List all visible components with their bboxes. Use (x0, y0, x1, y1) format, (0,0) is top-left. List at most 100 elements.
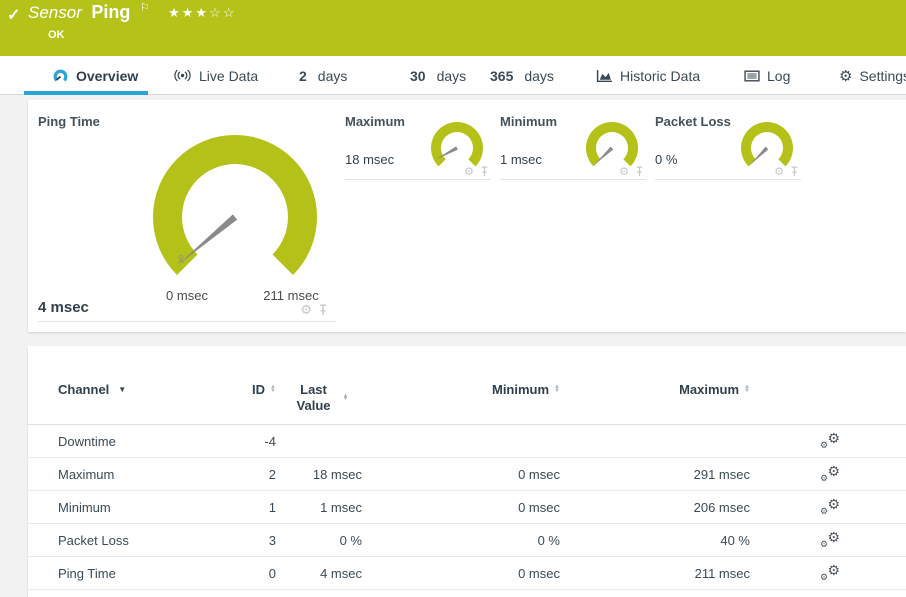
gauge-scale-max: 211 msec (252, 288, 330, 303)
main-gauge-title: Ping Time (38, 114, 100, 129)
maximum-gauge (425, 114, 489, 172)
edit-channel-gears-icon[interactable]: ⚙⚙ (820, 465, 840, 483)
gauge-settings-gear-icon[interactable]: ⚙ (774, 165, 784, 178)
mini-gauge-title: Packet Loss (655, 114, 731, 129)
gauge-actions: ⚙ (774, 165, 799, 178)
edit-channel-gears-icon[interactable]: ⚙⚙ (820, 498, 840, 516)
tab-log-label: Log (767, 68, 790, 84)
column-header-channel[interactable]: Channel ▼ (58, 382, 208, 397)
gauge-actions: ⚙ (619, 165, 644, 178)
channel-table-header: Channel ▼ ID ▲▼ Last Value ▲▼ Minimum ▲▼… (28, 376, 906, 425)
minimum-gauge-block: Minimum 1 msec ⚙ (500, 108, 646, 180)
gauge-actions: ⚙ (464, 165, 489, 178)
channel-maximum: 291 msec (560, 467, 750, 482)
active-tab-indicator (24, 91, 148, 95)
column-header-last-value[interactable]: Last Value ▲▼ (276, 382, 362, 415)
tab-historic-data-label: Historic Data (620, 68, 700, 84)
gauge-actions: ⚙ (300, 302, 328, 318)
channel-maximum: 40 % (560, 533, 750, 548)
mini-gauge-title: Minimum (500, 114, 557, 129)
channel-minimum: 0 msec (362, 467, 560, 482)
tab-overview[interactable]: Overview (52, 56, 138, 95)
tab-live-data-label: Live Data (199, 68, 258, 84)
tab-settings[interactable]: ⚙ Settings (839, 56, 906, 95)
tab-365-days[interactable]: 365 days (490, 56, 554, 95)
column-header-last-value-label: Last Value (290, 382, 338, 415)
channel-last-value: 1 msec (276, 500, 362, 515)
column-header-id[interactable]: ID ▲▼ (208, 382, 276, 397)
tab-historic-data[interactable]: Historic Data (596, 56, 700, 95)
channel-maximum: 211 msec (560, 566, 750, 581)
status-ok-check-icon: ✓ (7, 5, 20, 25)
edit-channel-gears-icon[interactable]: ⚙⚙ (820, 432, 840, 450)
channel-name[interactable]: Downtime (58, 434, 208, 449)
channel-name[interactable]: Ping Time (58, 566, 208, 581)
gauge-icon (52, 67, 69, 84)
sensor-title: Sensor Ping ⚐ ★★★☆☆ (28, 2, 236, 23)
settings-gear-icon: ⚙ (839, 67, 852, 85)
ping-time-gauge (135, 117, 335, 282)
sort-arrows-icon: ▲▼ (343, 395, 349, 402)
channel-last-value: 18 msec (276, 467, 362, 482)
channel-name[interactable]: Minimum (58, 500, 208, 515)
pin-icon[interactable] (480, 166, 489, 177)
sensor-status-badge: OK (48, 29, 65, 41)
pin-icon[interactable] (318, 304, 328, 316)
minimum-value: 1 msec (500, 152, 542, 167)
tab-bar: Overview Live Data 2 days 30 days 365 da… (0, 56, 906, 95)
tab-30-days[interactable]: 30 days (410, 56, 466, 95)
tab-log[interactable]: Log (744, 56, 790, 95)
mini-gauge-title: Maximum (345, 114, 405, 129)
channel-last-value: 4 msec (276, 566, 362, 581)
channel-id: 2 (208, 467, 276, 482)
area-chart-icon (596, 69, 613, 83)
table-row: Downtime -4 ⚙⚙ (28, 425, 906, 458)
sensor-name: Ping (91, 2, 130, 22)
edit-channel-gears-icon[interactable]: ⚙⚙ (820, 564, 840, 582)
pin-icon[interactable] (790, 166, 799, 177)
minimum-gauge (580, 114, 644, 172)
table-row: Ping Time 0 4 msec 0 msec 211 msec ⚙⚙ (28, 557, 906, 590)
channel-id: -4 (208, 434, 276, 449)
live-data-icon (173, 69, 192, 82)
channel-last-value: 0 % (276, 533, 362, 548)
table-row: Maximum 2 18 msec 0 msec 291 msec ⚙⚙ (28, 458, 906, 491)
tab-365-days-label: days (524, 68, 554, 84)
log-list-icon (744, 70, 760, 82)
tab-2-days-label: days (318, 68, 348, 84)
sensor-title-prefix: Sensor (28, 3, 82, 22)
sensor-header: ✓ Sensor Ping ⚐ ★★★☆☆ OK (0, 0, 906, 56)
tab-2-days-number: 2 (299, 68, 307, 84)
channel-name[interactable]: Packet Loss (58, 533, 208, 548)
channel-id: 0 (208, 566, 276, 581)
channel-maximum: 206 msec (560, 500, 750, 515)
channel-id: 3 (208, 533, 276, 548)
priority-stars[interactable]: ★★★☆☆ (168, 5, 236, 20)
tab-2-days[interactable]: 2 days (299, 56, 347, 95)
gauges-panel: Ping Time x̄ 0 msec 211 msec 4 msec ⚙ Ma… (28, 100, 906, 332)
gauge-settings-gear-icon[interactable]: ⚙ (300, 302, 312, 318)
column-header-id-label: ID (252, 382, 265, 397)
pin-icon[interactable] (635, 166, 644, 177)
ping-time-value: 4 msec (38, 299, 89, 316)
channel-minimum: 0 msec (362, 500, 560, 515)
channel-name[interactable]: Maximum (58, 467, 208, 482)
packet-loss-gauge (735, 114, 799, 172)
sort-arrows-icon: ▲▼ (744, 386, 750, 393)
column-header-maximum-label: Maximum (679, 382, 739, 397)
channels-panel: Channel ▼ ID ▲▼ Last Value ▲▼ Minimum ▲▼… (28, 346, 906, 597)
tab-365-days-number: 365 (490, 68, 513, 84)
channel-id: 1 (208, 500, 276, 515)
gauge-settings-gear-icon[interactable]: ⚙ (619, 165, 629, 178)
table-row: Minimum 1 1 msec 0 msec 206 msec ⚙⚙ (28, 491, 906, 524)
maximum-gauge-block: Maximum 18 msec ⚙ (345, 108, 491, 180)
priority-flag-icon[interactable]: ⚐ (140, 2, 150, 14)
maximum-value: 18 msec (345, 152, 394, 167)
tab-live-data[interactable]: Live Data (173, 56, 258, 95)
edit-channel-gears-icon[interactable]: ⚙⚙ (820, 531, 840, 549)
tab-settings-label: Settings (859, 68, 906, 84)
gauge-settings-gear-icon[interactable]: ⚙ (464, 165, 474, 178)
table-row: Packet Loss 3 0 % 0 % 40 % ⚙⚙ (28, 524, 906, 557)
column-header-minimum[interactable]: Minimum ▲▼ (362, 382, 560, 397)
column-header-maximum[interactable]: Maximum ▲▼ (560, 382, 750, 397)
